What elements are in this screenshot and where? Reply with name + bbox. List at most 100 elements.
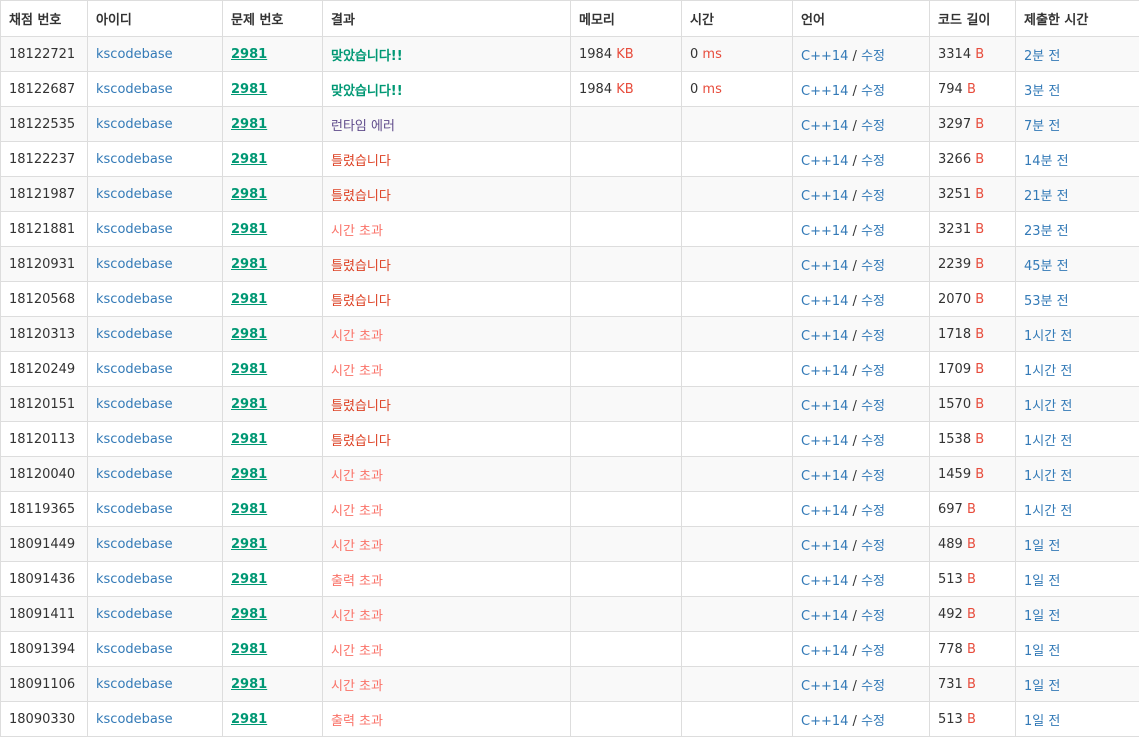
edit-link[interactable]: 수정 — [861, 119, 885, 134]
problem-link[interactable]: 2981 — [231, 117, 267, 132]
language-link[interactable]: C++14 — [801, 574, 848, 589]
language-link[interactable]: C++14 — [801, 539, 848, 554]
user-link[interactable]: kscodebase — [96, 292, 173, 307]
user-link[interactable]: kscodebase — [96, 82, 173, 97]
problem-link[interactable]: 2981 — [231, 607, 267, 622]
submitted-time-link[interactable]: 53분 전 — [1024, 294, 1069, 309]
language-link[interactable]: C++14 — [801, 154, 848, 169]
submitted-time-link[interactable]: 1시간 전 — [1024, 469, 1072, 484]
edit-link[interactable]: 수정 — [861, 329, 885, 344]
edit-link[interactable]: 수정 — [861, 504, 885, 519]
language-link[interactable]: C++14 — [801, 294, 848, 309]
edit-link[interactable]: 수정 — [861, 294, 885, 309]
language-link[interactable]: C++14 — [801, 714, 848, 729]
edit-link[interactable]: 수정 — [861, 154, 885, 169]
language-link[interactable]: C++14 — [801, 399, 848, 414]
problem-link[interactable]: 2981 — [231, 467, 267, 482]
problem-link[interactable]: 2981 — [231, 677, 267, 692]
edit-link[interactable]: 수정 — [861, 189, 885, 204]
problem-link[interactable]: 2981 — [231, 537, 267, 552]
user-link[interactable]: kscodebase — [96, 502, 173, 517]
submitted-time-link[interactable]: 1시간 전 — [1024, 434, 1072, 449]
language-link[interactable]: C++14 — [801, 329, 848, 344]
language-link[interactable]: C++14 — [801, 259, 848, 274]
submitted-time-link[interactable]: 1일 전 — [1024, 609, 1060, 624]
user-link[interactable]: kscodebase — [96, 432, 173, 447]
user-link[interactable]: kscodebase — [96, 467, 173, 482]
language-link[interactable]: C++14 — [801, 434, 848, 449]
problem-link[interactable]: 2981 — [231, 327, 267, 342]
language-link[interactable]: C++14 — [801, 49, 848, 64]
edit-link[interactable]: 수정 — [861, 434, 885, 449]
user-link[interactable]: kscodebase — [96, 47, 173, 62]
edit-link[interactable]: 수정 — [861, 574, 885, 589]
problem-link[interactable]: 2981 — [231, 292, 267, 307]
submitted-time-link[interactable]: 1일 전 — [1024, 714, 1060, 729]
submitted-time-link[interactable]: 1시간 전 — [1024, 364, 1072, 379]
problem-link[interactable]: 2981 — [231, 642, 267, 657]
user-link[interactable]: kscodebase — [96, 712, 173, 727]
edit-link[interactable]: 수정 — [861, 644, 885, 659]
submitted-time-link[interactable]: 1일 전 — [1024, 644, 1060, 659]
user-link[interactable]: kscodebase — [96, 187, 173, 202]
edit-link[interactable]: 수정 — [861, 399, 885, 414]
user-link[interactable]: kscodebase — [96, 642, 173, 657]
submitted-time-link[interactable]: 7분 전 — [1024, 119, 1060, 134]
language-link[interactable]: C++14 — [801, 504, 848, 519]
problem-link[interactable]: 2981 — [231, 47, 267, 62]
problem-link[interactable]: 2981 — [231, 152, 267, 167]
submitted-time-link[interactable]: 1일 전 — [1024, 539, 1060, 554]
submitted-time-link[interactable]: 2분 전 — [1024, 49, 1060, 64]
submitted-time-link[interactable]: 23분 전 — [1024, 224, 1069, 239]
edit-link[interactable]: 수정 — [861, 259, 885, 274]
user-link[interactable]: kscodebase — [96, 397, 173, 412]
user-link[interactable]: kscodebase — [96, 222, 173, 237]
problem-link[interactable]: 2981 — [231, 572, 267, 587]
edit-link[interactable]: 수정 — [861, 539, 885, 554]
language-link[interactable]: C++14 — [801, 609, 848, 624]
user-link[interactable]: kscodebase — [96, 362, 173, 377]
user-link[interactable]: kscodebase — [96, 327, 173, 342]
language-link[interactable]: C++14 — [801, 189, 848, 204]
user-link[interactable]: kscodebase — [96, 572, 173, 587]
user-link[interactable]: kscodebase — [96, 257, 173, 272]
submitted-time-link[interactable]: 45분 전 — [1024, 259, 1069, 274]
problem-link[interactable]: 2981 — [231, 187, 267, 202]
user-link[interactable]: kscodebase — [96, 152, 173, 167]
user-link[interactable]: kscodebase — [96, 607, 173, 622]
submitted-time-link[interactable]: 1시간 전 — [1024, 329, 1072, 344]
problem-link[interactable]: 2981 — [231, 397, 267, 412]
edit-link[interactable]: 수정 — [861, 469, 885, 484]
language-link[interactable]: C++14 — [801, 469, 848, 484]
problem-link[interactable]: 2981 — [231, 222, 267, 237]
edit-link[interactable]: 수정 — [861, 84, 885, 99]
submitted-time-link[interactable]: 3분 전 — [1024, 84, 1060, 99]
language-link[interactable]: C++14 — [801, 224, 848, 239]
edit-link[interactable]: 수정 — [861, 224, 885, 239]
submitted-time-link[interactable]: 1일 전 — [1024, 679, 1060, 694]
edit-link[interactable]: 수정 — [861, 679, 885, 694]
submitted-time-link[interactable]: 1시간 전 — [1024, 399, 1072, 414]
language-link[interactable]: C++14 — [801, 119, 848, 134]
user-link[interactable]: kscodebase — [96, 117, 173, 132]
user-link[interactable]: kscodebase — [96, 677, 173, 692]
submitted-time-link[interactable]: 14분 전 — [1024, 154, 1069, 169]
edit-link[interactable]: 수정 — [861, 364, 885, 379]
edit-link[interactable]: 수정 — [861, 609, 885, 624]
language-link[interactable]: C++14 — [801, 84, 848, 99]
user-link[interactable]: kscodebase — [96, 537, 173, 552]
submitted-time-link[interactable]: 1일 전 — [1024, 574, 1060, 589]
edit-link[interactable]: 수정 — [861, 49, 885, 64]
language-link[interactable]: C++14 — [801, 679, 848, 694]
submitted-time-link[interactable]: 21분 전 — [1024, 189, 1069, 204]
edit-link[interactable]: 수정 — [861, 714, 885, 729]
problem-link[interactable]: 2981 — [231, 82, 267, 97]
problem-link[interactable]: 2981 — [231, 712, 267, 727]
language-link[interactable]: C++14 — [801, 644, 848, 659]
problem-link[interactable]: 2981 — [231, 257, 267, 272]
problem-link[interactable]: 2981 — [231, 432, 267, 447]
problem-link[interactable]: 2981 — [231, 362, 267, 377]
language-link[interactable]: C++14 — [801, 364, 848, 379]
submitted-time-link[interactable]: 1시간 전 — [1024, 504, 1072, 519]
problem-link[interactable]: 2981 — [231, 502, 267, 517]
